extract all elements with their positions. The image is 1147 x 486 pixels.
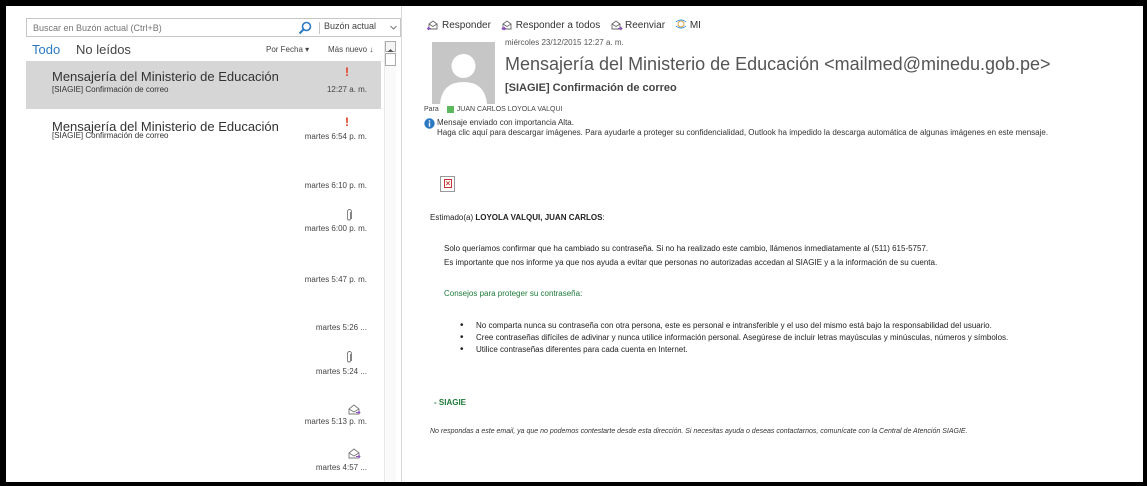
sort-order-toggle[interactable]: Más nuevo ↓ — [328, 45, 373, 54]
tip-item: No comparta nunca su contraseña con otra… — [460, 320, 1008, 332]
greeting: Estimado(a) LOYOLA VALQUI, JUAN CARLOS: — [430, 213, 605, 222]
sent-date: miércoles 23/12/2015 12:27 a. m. — [505, 38, 624, 47]
message-item[interactable]: Mensajería del Ministerio de Educación [… — [26, 111, 381, 155]
sender-address[interactable]: Mensajería del Ministerio de Educación <… — [505, 54, 1051, 75]
message-time: martes 5:13 p. m. — [304, 417, 367, 426]
search-input[interactable] — [27, 19, 292, 36]
scroll-thumb[interactable] — [385, 53, 396, 66]
download-images-notice[interactable]: Haga clic aquí para descargar imágenes. … — [437, 128, 1048, 137]
paperclip-icon — [347, 351, 352, 363]
chevron-down-icon[interactable] — [389, 23, 398, 32]
message-time: martes 5:47 p. m. — [304, 275, 367, 284]
im-button[interactable]: MI — [674, 19, 701, 31]
search-scope-dropdown[interactable]: Buzón actual — [324, 21, 376, 31]
message-item[interactable]: martes 5:13 p. m. — [26, 395, 381, 439]
reply-button[interactable]: Responder — [426, 19, 491, 31]
message-time: martes 4:57 ... — [315, 463, 367, 472]
email-subject: [SIAGIE] Confirmación de correo — [505, 82, 677, 94]
tip-item: Utilice contraseñas diferentes para cada… — [460, 344, 1008, 356]
footer-note: No respondas a este email, ya que no pod… — [430, 428, 968, 435]
greeting-prefix: Estimado(a) — [430, 213, 476, 222]
to-row: Para JUAN CARLOS LOYOLA VALQUI — [424, 106, 562, 113]
sort-by-label: Por Fecha — [266, 45, 303, 54]
presence-status-icon — [446, 106, 454, 113]
envelope-icon — [348, 404, 361, 415]
tips-heading: Consejos para proteger su contraseña: — [444, 289, 583, 298]
message-list-pane: Buzón actual Todo No leídos Por Fecha ▾ … — [6, 6, 401, 482]
message-time: martes 6:10 p. m. — [304, 181, 367, 190]
message-time: martes 6:00 p. m. — [304, 224, 367, 233]
outlook-window: Buzón actual Todo No leídos Por Fecha ▾ … — [6, 6, 1143, 482]
broken-image-icon[interactable]: × — [440, 176, 455, 192]
forward-label: Reenviar — [625, 19, 666, 31]
filter-bar: Todo No leídos Por Fecha ▾ Más nuevo ↓ — [26, 41, 391, 59]
message-item[interactable]: Mensajería del Ministerio de Educación [… — [26, 61, 381, 109]
reply-all-label: Responder a todos — [515, 19, 601, 31]
dropdown-arrow-icon: ▾ — [305, 45, 310, 54]
reply-icon — [426, 20, 438, 31]
person-icon — [440, 54, 487, 104]
reply-all-button[interactable]: Responder a todos — [500, 19, 601, 31]
message-time: martes 6:54 p. m. — [304, 132, 367, 141]
scroll-up-button[interactable] — [385, 41, 396, 52]
message-item[interactable]: martes 5:47 p. m. — [26, 255, 381, 295]
forward-button[interactable]: Reenviar — [609, 19, 665, 31]
message-item[interactable]: martes 6:00 p. m. — [26, 201, 381, 245]
importance-high-icon: ! — [345, 115, 349, 129]
recipient-name[interactable]: JUAN CARLOS LOYOLA VALQUI — [457, 106, 563, 113]
sender-avatar[interactable] — [432, 42, 495, 104]
signature: - SIAGIE — [434, 398, 467, 407]
paperclip-icon — [347, 209, 352, 221]
search-icon[interactable] — [297, 20, 313, 36]
filter-all-tab[interactable]: Todo — [32, 42, 60, 57]
greeting-name: LOYOLA VALQUI, JUAN CARLOS — [475, 213, 603, 222]
reply-all-icon — [501, 20, 512, 31]
message-item[interactable]: martes 4:57 ... — [26, 443, 381, 482]
envelope-icon — [348, 448, 361, 459]
message-item[interactable]: martes 5:26 ... — [26, 305, 381, 345]
reading-pane: Responder Responder a todos Reenviar MI … — [402, 6, 1143, 482]
greeting-suffix: : — [602, 213, 605, 222]
reply-toolbar: Responder Responder a todos Reenviar MI — [426, 19, 707, 35]
tips-list: No comparta nunca su contraseña con otra… — [460, 320, 1008, 356]
tip-item: Cree contraseñas difíciles de adivinar y… — [460, 332, 1008, 344]
message-time: martes 5:26 ... — [315, 323, 367, 332]
to-label: Para — [424, 106, 439, 113]
message-time: martes 5:24 ... — [315, 367, 367, 376]
message-subject: [SIAGIE] Confirmación de correo — [52, 131, 169, 140]
search-divider — [319, 22, 320, 34]
importance-high-icon: ! — [345, 65, 349, 79]
body-paragraph: Solo queríamos confirmar que ha cambiado… — [444, 244, 929, 253]
list-scrollbar[interactable] — [384, 41, 396, 482]
reply-label: Responder — [442, 19, 491, 31]
body-paragraph: Es importante que nos informe ya que nos… — [444, 258, 938, 267]
message-item[interactable]: martes 6:10 p. m. — [26, 165, 381, 199]
instant-message-icon — [675, 19, 687, 29]
message-subject: [SIAGIE] Confirmación de correo — [52, 85, 169, 94]
search-box: Buzón actual — [26, 18, 401, 37]
info-icon — [424, 118, 435, 129]
filter-unread-tab[interactable]: No leídos — [76, 42, 131, 57]
message-time: 12:27 a. m. — [326, 85, 367, 94]
forward-icon — [611, 20, 623, 31]
im-label: MI — [689, 19, 701, 31]
importance-notice: Mensaje enviado con importancia Alta. — [437, 118, 574, 127]
sort-by-dropdown[interactable]: Por Fecha ▾ — [266, 45, 309, 54]
message-item[interactable]: martes 5:24 ... — [26, 341, 381, 385]
message-sender: Mensajería del Ministerio de Educación — [52, 69, 279, 84]
